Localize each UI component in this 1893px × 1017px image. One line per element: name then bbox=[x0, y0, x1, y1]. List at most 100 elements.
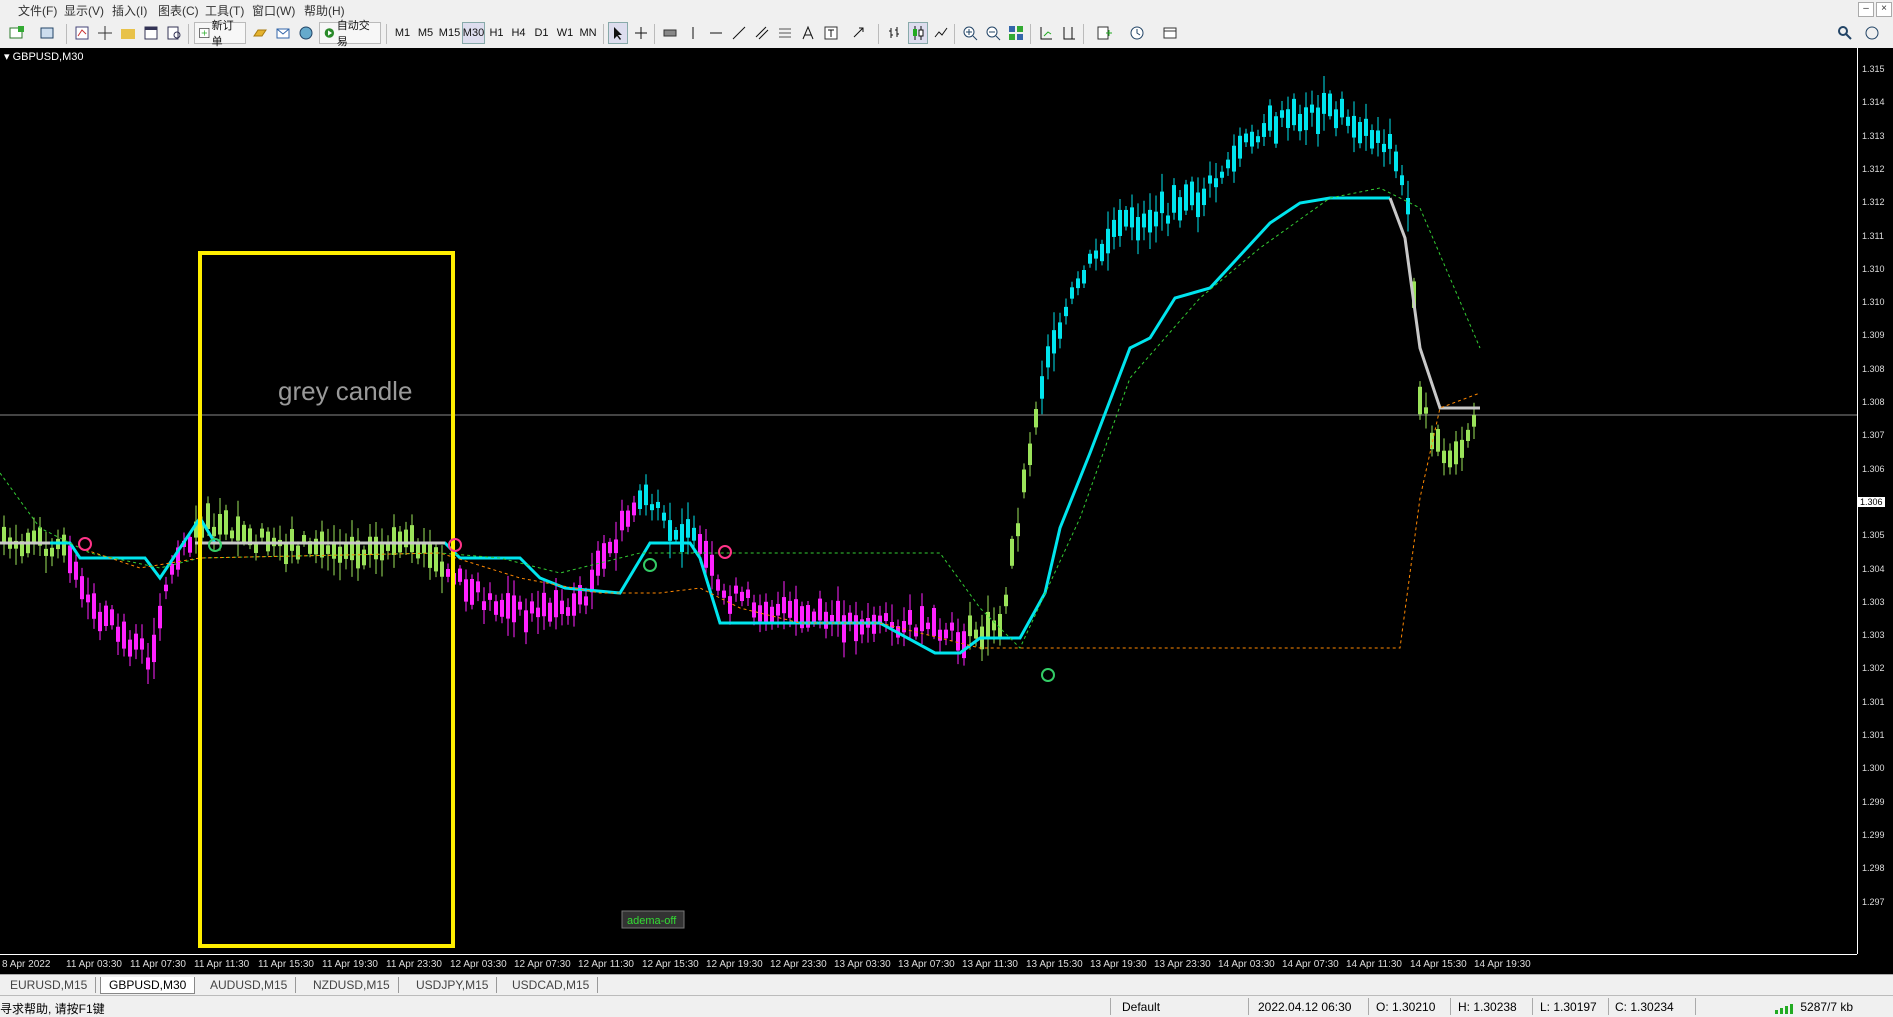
candle-body bbox=[932, 607, 936, 636]
candle-body bbox=[344, 543, 348, 559]
menu-view[interactable]: 显示(V) bbox=[64, 2, 104, 19]
signal-line bbox=[0, 196, 1390, 655]
profiles-button[interactable] bbox=[34, 22, 60, 44]
candle-body bbox=[1256, 136, 1260, 143]
price-scale-label: 1.303 bbox=[1862, 630, 1885, 641]
tester-button[interactable] bbox=[164, 22, 184, 44]
signal-marker bbox=[718, 545, 732, 559]
menu-window[interactable]: 窗口(W) bbox=[252, 2, 295, 19]
candle-body bbox=[1094, 250, 1098, 259]
chart-shift-button[interactable] bbox=[1059, 22, 1079, 44]
candle-body bbox=[692, 527, 696, 541]
candle-body bbox=[950, 622, 954, 631]
price-scale-label: 1.315 bbox=[1862, 64, 1885, 74]
tile-windows-button[interactable] bbox=[1006, 22, 1026, 44]
cursor-tool-button[interactable] bbox=[608, 22, 628, 44]
status-close: C: 1.30234 bbox=[1615, 1000, 1674, 1014]
tab-gbpusd[interactable]: GBPUSD,M30 bbox=[100, 977, 196, 994]
candle-body bbox=[1454, 441, 1458, 465]
price-chart[interactable]: grey candle adema-off bbox=[0, 48, 1857, 954]
time-scale[interactable]: 8 Apr 2022 11 Apr 03:30 11 Apr 07:30 11 Apr… bbox=[0, 954, 1857, 974]
terminal-button[interactable] bbox=[141, 22, 161, 44]
autoscroll-button[interactable] bbox=[1036, 22, 1056, 44]
candle-body bbox=[80, 576, 84, 600]
periods-button[interactable] bbox=[1122, 22, 1152, 44]
menu-insert[interactable]: 插入(I) bbox=[112, 2, 147, 19]
market-watch-button[interactable] bbox=[72, 22, 92, 44]
candle-body bbox=[242, 524, 246, 542]
tab-usdjpy[interactable]: USDJPY,M15 bbox=[408, 977, 498, 993]
timeframe-m30[interactable]: M30 bbox=[462, 22, 485, 44]
timeframe-d1[interactable]: D1 bbox=[531, 22, 552, 44]
tab-usdcad[interactable]: USDCAD,M15 bbox=[504, 977, 599, 993]
candle-body bbox=[428, 541, 432, 568]
menu-chart[interactable]: 图表(C) bbox=[158, 2, 199, 19]
chart-window[interactable]: grey candle adema-off ▾ GBPUSD,M30 1.315 1… bbox=[0, 48, 1893, 974]
mail-button[interactable] bbox=[273, 22, 293, 44]
navigator-button[interactable] bbox=[95, 22, 115, 44]
timeframe-h4[interactable]: H4 bbox=[508, 22, 529, 44]
line-chart-button[interactable] bbox=[931, 22, 951, 44]
tab-nzdusd[interactable]: NZDUSD,M15 bbox=[305, 977, 399, 993]
timeframe-m5[interactable]: M5 bbox=[415, 22, 436, 44]
bar-chart-button[interactable] bbox=[885, 22, 905, 44]
gold-bar-icon bbox=[253, 29, 267, 37]
templates-button[interactable] bbox=[1155, 22, 1185, 44]
candle-body bbox=[1346, 116, 1350, 126]
price-scale-label: 1.310 bbox=[1862, 263, 1885, 274]
timeframe-mn[interactable]: MN bbox=[577, 22, 599, 44]
tab-eurusd[interactable]: EURUSD,M15 bbox=[2, 977, 97, 993]
favorites-button[interactable] bbox=[118, 22, 138, 44]
candle-body bbox=[1394, 151, 1398, 172]
close-icon[interactable]: × bbox=[1876, 2, 1892, 17]
signals-button[interactable] bbox=[296, 22, 316, 44]
profiles-icon bbox=[40, 27, 54, 39]
candle-body bbox=[560, 600, 564, 615]
tab-audusd[interactable]: AUDUSD,M15 bbox=[202, 977, 297, 993]
candlestick-button[interactable] bbox=[908, 22, 928, 44]
candle-body bbox=[668, 520, 672, 541]
candle-body bbox=[800, 606, 804, 629]
candle-body bbox=[680, 524, 684, 552]
fibonacci-button[interactable] bbox=[775, 22, 795, 44]
timeframe-h1[interactable]: H1 bbox=[486, 22, 507, 44]
indicators-button[interactable] bbox=[1089, 22, 1119, 44]
chat-button[interactable] bbox=[1862, 22, 1882, 44]
auto-trading-button[interactable]: 自动交易 bbox=[319, 20, 381, 48]
timeframe-m1[interactable]: M1 bbox=[392, 22, 413, 44]
candle-body bbox=[1406, 198, 1410, 215]
time-scale-label: 11 Apr 19:30 bbox=[322, 959, 378, 970]
candle-body bbox=[236, 516, 240, 541]
candle-body bbox=[938, 629, 942, 641]
candle-body bbox=[956, 632, 960, 651]
timeframe-w1[interactable]: W1 bbox=[554, 22, 576, 44]
search-button[interactable] bbox=[1835, 22, 1855, 44]
status-profile: Default bbox=[1122, 1000, 1161, 1014]
text-label-button[interactable] bbox=[821, 22, 841, 44]
channel-button[interactable] bbox=[752, 22, 772, 44]
crosshair-tool-button[interactable] bbox=[631, 22, 651, 44]
zoom-in-button[interactable] bbox=[960, 22, 980, 44]
candle-body bbox=[212, 526, 216, 537]
zoom-out-button[interactable] bbox=[983, 22, 1003, 44]
gold-button[interactable] bbox=[250, 22, 270, 44]
menu-file[interactable]: 文件(F) bbox=[18, 2, 57, 19]
candle-body bbox=[1058, 322, 1062, 339]
text-tool-button[interactable] bbox=[798, 22, 818, 44]
candle-body bbox=[1112, 219, 1116, 237]
timeframe-m15[interactable]: M15 bbox=[438, 22, 461, 44]
new-chart-button[interactable] bbox=[4, 22, 30, 44]
minimize-icon[interactable]: – bbox=[1858, 2, 1874, 17]
time-scale-label: 14 Apr 15:30 bbox=[1410, 959, 1467, 970]
candle-body bbox=[740, 591, 744, 602]
trendline-button[interactable] bbox=[729, 22, 749, 44]
vertical-line-button[interactable] bbox=[683, 22, 703, 44]
candle-body bbox=[782, 597, 786, 614]
new-order-button[interactable]: 新订单 bbox=[194, 20, 246, 48]
candle-body bbox=[824, 611, 828, 629]
status-low: L: 1.30197 bbox=[1540, 1000, 1597, 1014]
arrows-tool-button[interactable] bbox=[844, 22, 874, 44]
period-separator-button[interactable] bbox=[660, 22, 680, 44]
horizontal-line-button[interactable] bbox=[706, 22, 726, 44]
candle-body bbox=[764, 601, 768, 623]
